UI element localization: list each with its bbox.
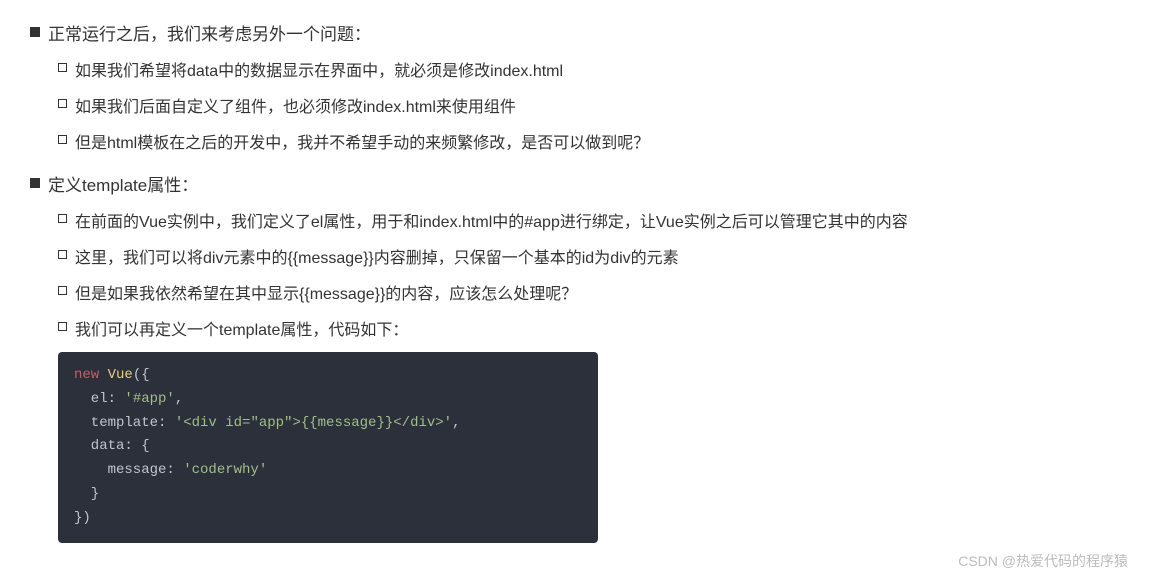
list-item: 我们可以再定义一个template属性，代码如下： xyxy=(58,316,1128,340)
code-keyword: new xyxy=(74,367,99,383)
list-item: 在前面的Vue实例中，我们定义了el属性，用于和index.html中的#app… xyxy=(58,208,1128,232)
code-punc: ({ xyxy=(133,367,150,383)
list-item: 但是如果我依然希望在其中显示{{message}}的内容，应该怎么处理呢？ xyxy=(58,280,1128,304)
bullet-filled-icon xyxy=(30,27,40,37)
code-prop: el: xyxy=(74,391,124,407)
code-string: '#app' xyxy=(124,391,174,407)
item-text: 在前面的Vue实例中，我们定义了el属性，用于和index.html中的#app… xyxy=(75,208,908,232)
list-item: 如果我们后面自定义了组件，也必须修改index.html来使用组件 xyxy=(58,93,1128,117)
item-text: 我们可以再定义一个template属性，代码如下： xyxy=(75,316,408,340)
section-1: 正常运行之后，我们来考虑另外一个问题： 如果我们希望将data中的数据显示在界面… xyxy=(30,20,1128,153)
bullet-filled-icon xyxy=(30,178,40,188)
code-line: data: { xyxy=(74,435,582,459)
bullet-hollow-icon xyxy=(58,214,67,223)
code-punc: , xyxy=(452,415,460,431)
bullet-hollow-icon xyxy=(58,250,67,259)
bullet-hollow-icon xyxy=(58,99,67,108)
code-prop: template: xyxy=(74,415,175,431)
bullet-hollow-icon xyxy=(58,286,67,295)
code-line: new Vue({ xyxy=(74,364,582,388)
code-string: '<div id="app">{{message}}</div>' xyxy=(175,415,452,431)
code-punc: }) xyxy=(74,510,91,526)
item-text: 但是html模板在之后的开发中，我并不希望手动的来频繁修改，是否可以做到呢？ xyxy=(75,129,649,153)
code-line: template: '<div id="app">{{message}}</di… xyxy=(74,412,582,436)
code-prop: message: xyxy=(74,462,183,478)
code-punc: } xyxy=(74,486,99,502)
item-text: 如果我们希望将data中的数据显示在界面中，就必须是修改index.html xyxy=(75,57,563,81)
list-item: 这里，我们可以将div元素中的{{message}}内容删掉，只保留一个基本的i… xyxy=(58,244,1128,268)
code-string: 'coderwhy' xyxy=(183,462,267,478)
item-text: 这里，我们可以将div元素中的{{message}}内容删掉，只保留一个基本的i… xyxy=(75,244,679,268)
code-class: Vue xyxy=(108,367,133,383)
code-punc: , xyxy=(175,391,183,407)
code-line: el: '#app', xyxy=(74,388,582,412)
list-item: 如果我们希望将data中的数据显示在界面中，就必须是修改index.html xyxy=(58,57,1128,81)
bullet-hollow-icon xyxy=(58,135,67,144)
list-item: 但是html模板在之后的开发中，我并不希望手动的来频繁修改，是否可以做到呢？ xyxy=(58,129,1128,153)
sub-list-1: 如果我们希望将data中的数据显示在界面中，就必须是修改index.html 如… xyxy=(58,57,1128,153)
code-prop: data: { xyxy=(74,438,150,454)
bullet-hollow-icon xyxy=(58,322,67,331)
item-text: 但是如果我依然希望在其中显示{{message}}的内容，应该怎么处理呢？ xyxy=(75,280,577,304)
sub-list-2: 在前面的Vue实例中，我们定义了el属性，用于和index.html中的#app… xyxy=(58,208,1128,340)
heading-text: 正常运行之后，我们来考虑另外一个问题： xyxy=(48,20,371,45)
heading-2: 定义template属性： xyxy=(30,171,1128,196)
code-line: } xyxy=(74,483,582,507)
item-text: 如果我们后面自定义了组件，也必须修改index.html来使用组件 xyxy=(75,93,516,117)
code-line: message: 'coderwhy' xyxy=(74,459,582,483)
code-block: new Vue({ el: '#app', template: '<div id… xyxy=(58,352,598,543)
heading-1: 正常运行之后，我们来考虑另外一个问题： xyxy=(30,20,1128,45)
heading-text: 定义template属性： xyxy=(48,171,198,196)
section-2: 定义template属性： 在前面的Vue实例中，我们定义了el属性，用于和in… xyxy=(30,171,1128,543)
bullet-hollow-icon xyxy=(58,63,67,72)
watermark: CSDN @热爱代码的程序猿 xyxy=(958,551,1128,571)
